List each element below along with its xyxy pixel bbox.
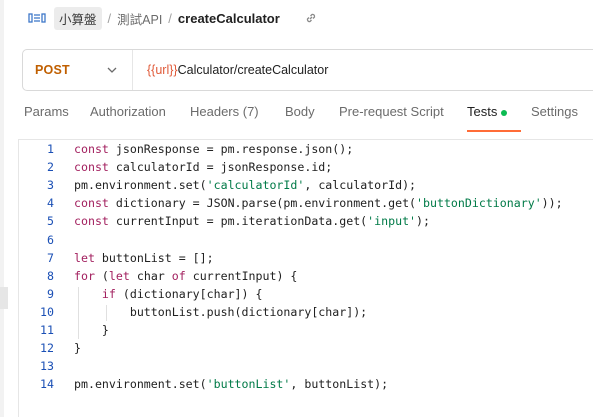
tab-label: Headers (7) — [190, 104, 259, 119]
code-text: const calculatorId = jsonResponse.id; — [74, 160, 333, 175]
code-line[interactable]: 5 const currentInput = pm.iterationData.g… — [19, 212, 593, 230]
tab-label: Settings — [531, 104, 578, 119]
tab-settings[interactable]: Settings — [531, 104, 593, 132]
breadcrumb-folder[interactable]: 測試API — [117, 9, 162, 28]
line-number: 1 — [47, 142, 54, 156]
line-number: 9 — [47, 286, 54, 301]
request-name[interactable]: createCalculator — [178, 11, 280, 26]
request-url-bar: POST {{url}}Calculator/createCalculator — [22, 49, 593, 91]
breadcrumb: 小算盤 / 測試API / createCalculator — [28, 6, 318, 30]
code-line[interactable]: 11 } — [19, 321, 593, 339]
tab-headers[interactable]: Headers (7) — [190, 104, 285, 132]
tab-pre-request-script[interactable]: Pre-request Script — [339, 104, 467, 132]
tab-body[interactable]: Body — [285, 104, 339, 132]
tab-label: Body — [285, 104, 315, 119]
code-line[interactable]: 6 — [19, 231, 593, 249]
tab-label: Authorization — [90, 104, 166, 119]
tab-authorization[interactable]: Authorization — [90, 104, 190, 132]
tab-tests[interactable]: Tests — [467, 104, 531, 132]
api-icon — [28, 11, 46, 25]
line-number: 14 — [40, 377, 54, 392]
tab-params[interactable]: Params — [24, 104, 90, 132]
url-input[interactable]: {{url}}Calculator/createCalculator — [133, 63, 328, 77]
code-line[interactable]: 2 const calculatorId = jsonResponse.id; — [19, 158, 593, 176]
line-number: 11 — [40, 323, 54, 337]
chevron-down-icon — [106, 64, 118, 76]
tab-label: Params — [24, 104, 69, 119]
code-text: pm.environment.set('calculatorId', calcu… — [74, 178, 417, 193]
breadcrumb-collection[interactable]: 小算盤 — [54, 6, 102, 30]
method-label: POST — [35, 63, 70, 77]
code-text: let buttonList = []; — [74, 250, 214, 265]
line-number: 6 — [47, 232, 54, 247]
code-line[interactable]: 3 pm.environment.set('calculatorId', calc… — [19, 176, 593, 194]
breadcrumb-separator: / — [168, 10, 172, 26]
tab-label: Tests — [467, 104, 498, 119]
tab-label: Pre-request Script — [339, 104, 444, 119]
tests-status-dot — [501, 110, 508, 116]
code-text: const currentInput = pm.iterationData.ge… — [74, 214, 431, 229]
line-number: 12 — [40, 341, 54, 356]
method-select[interactable]: POST — [23, 50, 133, 90]
link-icon[interactable] — [304, 11, 318, 25]
request-tabs: Params Authorization Headers (7) Body Pr… — [24, 104, 593, 132]
code-line[interactable]: 7 let buttonList = []; — [19, 249, 593, 267]
code-text: const dictionary = JSON.parse(pm.environ… — [74, 196, 563, 211]
url-path: Calculator/createCalculator — [177, 63, 329, 77]
test-script-editor[interactable]: 1 const jsonResponse = pm.response.json()… — [18, 139, 593, 417]
line-number: 3 — [47, 178, 54, 193]
breadcrumb-separator: / — [107, 10, 112, 26]
code-line[interactable]: 4 const dictionary = JSON.parse(pm.enviro… — [19, 194, 593, 212]
line-number: 8 — [47, 268, 54, 283]
line-number: 2 — [47, 160, 54, 175]
code-text: buttonList.push(dictionary[char]); — [74, 304, 368, 319]
code-text: } — [74, 323, 109, 337]
code-line[interactable]: 8 for (let char of currentInput) { — [19, 267, 593, 285]
code-text: pm.environment.set('buttonList', buttonL… — [74, 377, 389, 392]
code-text: for (let char of currentInput) { — [74, 268, 298, 283]
line-number: 13 — [40, 359, 54, 374]
code-text: const jsonResponse = pm.response.json(); — [74, 142, 354, 156]
code-line[interactable]: 1 const jsonResponse = pm.response.json()… — [19, 140, 593, 158]
line-number: 5 — [47, 214, 54, 229]
indent-guide — [105, 304, 107, 321]
code-line[interactable]: 12} — [19, 339, 593, 357]
code-text: if (dictionary[char]) { — [101, 286, 263, 301]
code-line[interactable]: 9 if (dictionary[char]) { — [19, 285, 593, 303]
line-number: 10 — [40, 304, 54, 319]
line-number: 7 — [47, 250, 54, 265]
url-variable: {{url}} — [147, 63, 178, 77]
code-line[interactable]: 14 pm.environment.set('buttonList', butto… — [19, 375, 593, 393]
code-line[interactable]: 13 — [19, 357, 593, 375]
panel-resize-handle[interactable] — [0, 287, 8, 309]
code-text: } — [74, 341, 81, 356]
left-panel-edge — [0, 0, 4, 417]
indent-guide — [77, 286, 79, 340]
line-number: 4 — [47, 196, 54, 211]
